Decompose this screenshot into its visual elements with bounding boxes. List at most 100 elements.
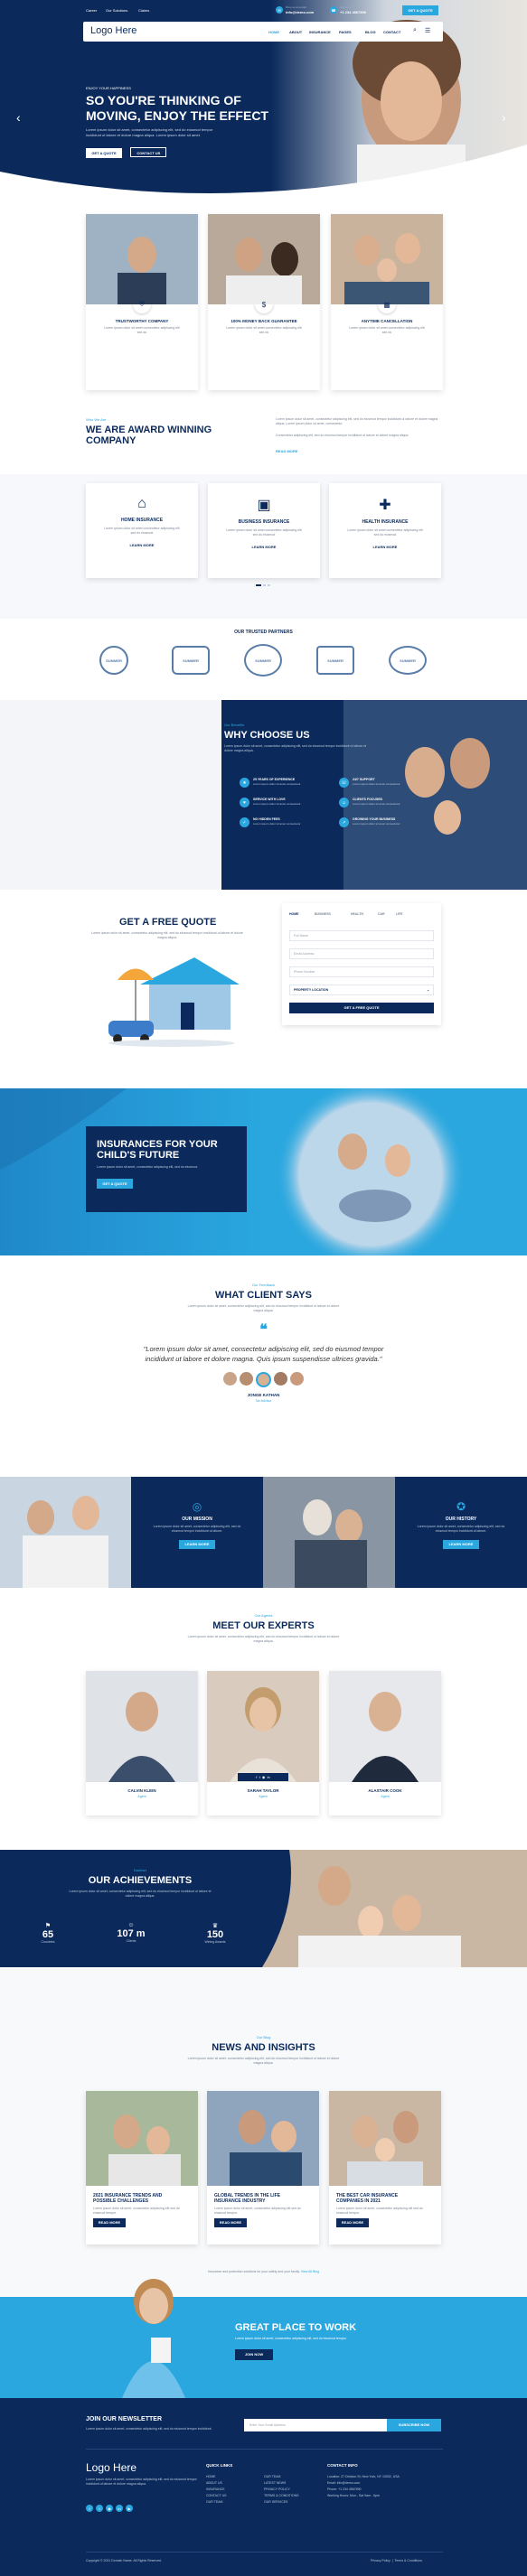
partner-logo[interactable]: SUMMER	[172, 646, 210, 675]
testimonial-role: Tax Advisor	[255, 1399, 272, 1403]
hero-prev-arrow[interactable]: ‹	[16, 110, 21, 125]
news-photo	[207, 2091, 319, 2186]
footer-link[interactable]: OUR TEAM	[206, 2499, 226, 2506]
footer-link[interactable]: TERMS & CONDITIONS	[264, 2493, 299, 2499]
avatar[interactable]	[240, 1372, 253, 1386]
expert-role: Agent	[381, 1795, 390, 1798]
cart-icon[interactable]: ☰	[425, 27, 430, 34]
tab-home[interactable]: HOME	[289, 912, 299, 916]
target-icon: ◎	[192, 1500, 202, 1513]
news-post-text: Lorem ipsum dolor sit amet, consectetur …	[93, 2207, 180, 2215]
footer-link[interactable]: PRIVACY POLICY	[264, 2487, 299, 2493]
facebook-icon[interactable]: f	[86, 2505, 93, 2512]
view-all-blog-link[interactable]: View All Blog	[301, 2270, 319, 2273]
terms-link[interactable]: Terms & Conditions	[395, 2559, 422, 2562]
facebook-icon[interactable]: f	[256, 1775, 257, 1779]
history-learn-more[interactable]: LEARN MORE	[443, 1540, 479, 1549]
subscribe-button[interactable]: SUBSCRIBE NOW	[387, 2419, 441, 2431]
nav-item-about[interactable]: ABOUT	[289, 30, 302, 34]
nav-item-contact[interactable]: CONTACT	[383, 30, 400, 34]
search-icon[interactable]: ⌕	[413, 27, 417, 34]
email-field[interactable]: Email Address	[289, 948, 434, 959]
award-read-more-link[interactable]: READ MORE	[276, 449, 297, 453]
service-card: ⌂ HOME INSURANCE Lorem ipsum dolor sit a…	[86, 483, 198, 578]
stat: ☺ 107 m Clients	[113, 1922, 149, 1943]
contact-phone[interactable]: Phone: +1 234 4567890	[327, 2487, 441, 2493]
hero-contact-button[interactable]: CONTACT US	[130, 147, 167, 157]
nav-logo[interactable]: Logo Here	[90, 25, 136, 36]
services-section: ⌂ HOME INSURANCE Lorem ipsum dolor sit a…	[0, 474, 527, 619]
avatar[interactable]	[223, 1372, 237, 1386]
partner-logo[interactable]: SUMMER	[244, 644, 282, 677]
linkedin-icon[interactable]: in	[268, 1775, 270, 1779]
service-learn-more[interactable]: LEARN MORE	[208, 545, 320, 549]
youtube-icon[interactable]: ▶	[126, 2505, 133, 2512]
avatar[interactable]	[256, 1372, 271, 1387]
stat-label: Countries	[41, 1940, 55, 1944]
footer-divider	[86, 2449, 443, 2450]
newsletter-email-input[interactable]: Enter Your Email Address	[244, 2419, 389, 2431]
chevron-down-icon: ⌄	[427, 988, 429, 992]
topbar-link-claims[interactable]: Claims	[138, 8, 149, 13]
nav-item-pages[interactable]: PAGES	[339, 30, 352, 34]
privacy-policy-link[interactable]: Privacy Policy	[371, 2559, 391, 2562]
quick-links-col1: HOME ABOUT US INSURANCE CONTACT US OUR T…	[206, 2474, 226, 2506]
footer-link[interactable]: INSURANCE	[206, 2487, 226, 2493]
achievements-photo	[262, 1850, 527, 1967]
footer-link[interactable]: HOME	[206, 2474, 226, 2480]
instagram-icon[interactable]: ◉	[106, 2505, 113, 2512]
future-quote-button[interactable]: GET A QUOTE	[97, 1179, 133, 1189]
service-learn-more[interactable]: LEARN MORE	[329, 545, 441, 549]
why-item-title: 24/7 SUPPORT	[353, 778, 375, 781]
linkedin-icon[interactable]: in	[116, 2505, 123, 2512]
topbar-link-solutions[interactable]: Our Solutions	[106, 8, 127, 13]
phone-field[interactable]: Phone Number	[289, 966, 434, 977]
nav-item-insurance[interactable]: INSURANCE	[309, 30, 331, 34]
partner-logo[interactable]: SUMMER	[99, 646, 128, 675]
avatar[interactable]	[274, 1372, 287, 1386]
tab-life[interactable]: LIFE	[396, 912, 403, 916]
footer-link[interactable]: ABOUT US	[206, 2480, 226, 2487]
footer-link[interactable]: OUR SERVICES	[264, 2499, 299, 2506]
mail-value[interactable]: info@demo.com	[286, 10, 314, 14]
nav-item-home[interactable]: HOME	[268, 30, 279, 34]
partner-logo[interactable]: SUMMER	[316, 646, 354, 675]
news-read-more[interactable]: READ MORE	[336, 2218, 369, 2227]
mission-learn-more[interactable]: LEARN MORE	[179, 1540, 215, 1549]
tab-health[interactable]: HEALTH	[351, 912, 363, 916]
nav-item-blog[interactable]: BLOG	[365, 30, 376, 34]
health-icon: ✚	[379, 498, 391, 513]
news-read-more[interactable]: READ MORE	[93, 2218, 126, 2227]
footer-link[interactable]: CONTACT US	[206, 2493, 226, 2499]
footer-link[interactable]: OUR TEAM	[264, 2474, 299, 2480]
twitter-icon[interactable]: t	[96, 2505, 103, 2512]
future-title-line2: CHILD'S FUTURE	[97, 1150, 180, 1161]
news-post-title-1[interactable]: 2021 INSURANCE TRENDS AND	[86, 2186, 198, 2198]
news-post-title-1[interactable]: THE BEST CAR INSURANCE	[329, 2186, 441, 2198]
mission-photo-1	[0, 1477, 131, 1588]
twitter-icon[interactable]: t	[259, 1775, 260, 1779]
contact-email[interactable]: Email: info@demo.com	[327, 2480, 441, 2487]
news-read-more[interactable]: READ MORE	[214, 2218, 247, 2227]
property-location-select[interactable]: PROPERTY LOCATION ⌄	[289, 985, 434, 995]
service-learn-more[interactable]: LEARN MORE	[86, 543, 198, 547]
full-name-field[interactable]: Full Name	[289, 930, 434, 941]
call-value[interactable]: +1 234 4567890	[340, 10, 366, 14]
instagram-icon[interactable]: ◉	[262, 1775, 266, 1779]
tab-business[interactable]: BUSINESS	[315, 912, 331, 916]
tab-car[interactable]: CAR	[378, 912, 385, 916]
carousel-dots[interactable]	[256, 584, 274, 587]
free-quote-button[interactable]: GET A FREE QUOTE	[289, 1003, 434, 1013]
why-item-text: Lorem ipsum dolor sit amet consectetur	[353, 822, 400, 826]
support-icon: ☏	[339, 778, 349, 788]
hero-quote-button[interactable]: GET A QUOTE	[86, 148, 122, 158]
topbar-link-career[interactable]: Career	[86, 8, 97, 13]
partner-logo[interactable]: SUMMER	[389, 646, 427, 675]
news-post-title-1[interactable]: GLOBAL TRENDS IN THE LIFE	[207, 2186, 319, 2198]
topbar-quote-button[interactable]: Get a quote	[402, 5, 438, 15]
join-now-button[interactable]: JOIN NOW	[235, 2349, 273, 2360]
hero-next-arrow[interactable]: ›	[502, 110, 506, 125]
footer-logo[interactable]: Logo Here	[86, 2461, 136, 2474]
avatar[interactable]	[290, 1372, 304, 1386]
footer-link[interactable]: LATEST NEWS	[264, 2480, 299, 2487]
